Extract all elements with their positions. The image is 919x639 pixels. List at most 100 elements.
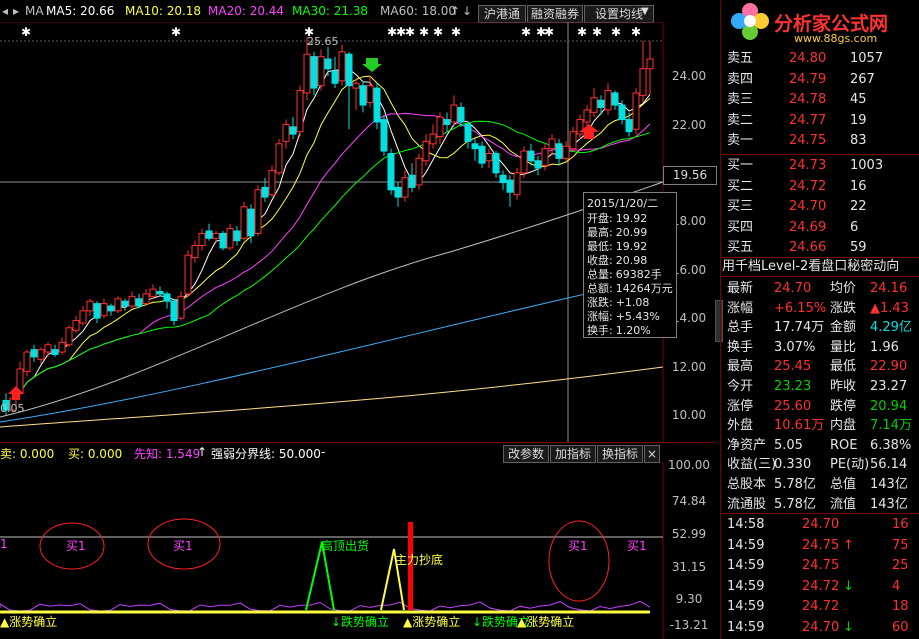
candle-body[interactable] xyxy=(366,85,374,104)
candle-body[interactable] xyxy=(513,172,521,196)
candle-body[interactable] xyxy=(240,206,248,239)
event-marker-icon[interactable]: ✱ xyxy=(405,25,415,39)
candle-body[interactable] xyxy=(114,298,122,312)
candle-body[interactable] xyxy=(471,143,479,150)
event-marker-icon[interactable]: ✱ xyxy=(171,25,181,39)
candle-body[interactable] xyxy=(86,300,94,312)
bid-row[interactable]: 买二 24.72 16 xyxy=(722,176,919,197)
ask-row[interactable]: 卖四 24.79 267 xyxy=(722,69,919,90)
candle-body[interactable] xyxy=(485,152,493,162)
candle-body[interactable] xyxy=(23,351,31,372)
bid-row[interactable]: 买四 24.69 6 xyxy=(722,217,919,238)
candle-body[interactable] xyxy=(611,92,619,106)
candle-body[interactable] xyxy=(268,169,276,196)
candle-body[interactable] xyxy=(562,145,570,159)
candle-body[interactable] xyxy=(142,293,150,305)
candle-body[interactable] xyxy=(492,152,500,174)
candle-body[interactable] xyxy=(65,327,73,346)
candle-body[interactable] xyxy=(506,179,514,193)
candle-body[interactable] xyxy=(555,143,563,159)
candle-body[interactable] xyxy=(37,349,45,360)
candle-body[interactable] xyxy=(275,143,283,174)
hk-connect-button[interactable]: 沪港通 xyxy=(478,5,526,23)
candle-body[interactable] xyxy=(205,230,213,239)
candle-body[interactable] xyxy=(226,228,234,249)
candle-body[interactable] xyxy=(646,58,654,70)
candle-body[interactable] xyxy=(401,177,409,198)
scroll-left-icon[interactable]: ◂ xyxy=(2,4,8,18)
switch-indicator-button[interactable]: 换指标 xyxy=(597,445,643,463)
event-marker-icon[interactable]: ✱ xyxy=(631,25,641,39)
candle-body[interactable] xyxy=(30,349,38,358)
candle-body[interactable] xyxy=(548,138,556,150)
ask-row[interactable]: 卖五 24.80 1057 xyxy=(722,48,919,69)
candle-body[interactable] xyxy=(590,97,598,113)
candle-body[interactable] xyxy=(359,85,367,106)
candle-body[interactable] xyxy=(282,123,290,142)
candle-body[interactable] xyxy=(184,254,192,295)
candle-body[interactable] xyxy=(121,300,129,307)
candle-body[interactable] xyxy=(499,174,507,184)
candle-body[interactable] xyxy=(394,186,402,198)
candle-body[interactable] xyxy=(58,341,66,353)
candle-body[interactable] xyxy=(618,104,626,121)
candle-body[interactable] xyxy=(219,232,227,249)
candle-body[interactable] xyxy=(436,116,444,138)
candle-body[interactable] xyxy=(604,90,612,111)
candle-body[interactable] xyxy=(541,148,549,167)
candle-body[interactable] xyxy=(51,349,59,355)
candle-body[interactable] xyxy=(457,106,465,123)
candle-body[interactable] xyxy=(345,53,353,87)
level2-promo-link[interactable]: 用千档Level-2看盘口秘密动向 xyxy=(722,257,919,277)
candle-body[interactable] xyxy=(415,157,423,186)
candle-body[interactable] xyxy=(408,174,416,188)
candle-body[interactable] xyxy=(597,99,605,108)
candle-body[interactable] xyxy=(247,208,255,237)
candle-body[interactable] xyxy=(380,119,388,152)
candle-body[interactable] xyxy=(156,291,164,295)
event-marker-icon[interactable]: ✱ xyxy=(433,25,443,39)
candle-body[interactable] xyxy=(177,295,185,319)
candle-body[interactable] xyxy=(569,131,577,150)
candle-body[interactable] xyxy=(450,104,458,123)
scroll-right-icon[interactable]: ▸ xyxy=(13,4,19,18)
close-icon[interactable]: × xyxy=(644,445,660,463)
candle-body[interactable] xyxy=(310,56,318,89)
event-marker-icon[interactable]: ✱ xyxy=(451,25,461,39)
ask-row[interactable]: 卖三 24.78 45 xyxy=(722,89,919,110)
candle-body[interactable] xyxy=(478,145,486,164)
candle-body[interactable] xyxy=(527,150,535,162)
candle-body[interactable] xyxy=(338,51,346,82)
event-marker-icon[interactable]: ✱ xyxy=(611,25,621,39)
candle-body[interactable] xyxy=(233,230,241,242)
candle-body[interactable] xyxy=(93,303,101,319)
candle-body[interactable] xyxy=(520,150,528,174)
event-marker-icon[interactable]: ✱ xyxy=(577,25,587,39)
candle-body[interactable] xyxy=(191,245,199,259)
candle-body[interactable] xyxy=(107,305,115,312)
ask-row[interactable]: 卖一 24.75 83 xyxy=(722,130,919,151)
chevron-down-icon[interactable]: ▼ xyxy=(641,6,649,17)
bid-row[interactable]: 买三 24.70 22 xyxy=(722,196,919,217)
candle-body[interactable] xyxy=(296,90,304,133)
candle-body[interactable] xyxy=(324,58,332,70)
candle-body[interactable] xyxy=(198,232,206,246)
candle-body[interactable] xyxy=(170,300,178,322)
candle-body[interactable] xyxy=(212,232,220,239)
candle-body[interactable] xyxy=(289,126,297,135)
candle-body[interactable] xyxy=(79,310,87,324)
ask-row[interactable]: 卖二 24.77 19 xyxy=(722,110,919,131)
candle-body[interactable] xyxy=(44,344,52,353)
margin-trading-button[interactable]: 融资融券 xyxy=(527,5,583,23)
candle-body[interactable] xyxy=(639,68,647,96)
candle-body[interactable] xyxy=(422,140,430,162)
candle-body[interactable] xyxy=(317,56,325,87)
candle-body[interactable] xyxy=(128,295,136,307)
bid-row[interactable]: 买一 24.73 1003 xyxy=(722,155,919,176)
candle-body[interactable] xyxy=(373,87,381,123)
event-marker-icon[interactable]: ✱ xyxy=(521,25,531,39)
candle-body[interactable] xyxy=(331,70,339,84)
event-marker-icon[interactable]: ✱ xyxy=(21,25,31,39)
candle-body[interactable] xyxy=(100,303,108,317)
candle-body[interactable] xyxy=(443,119,451,125)
